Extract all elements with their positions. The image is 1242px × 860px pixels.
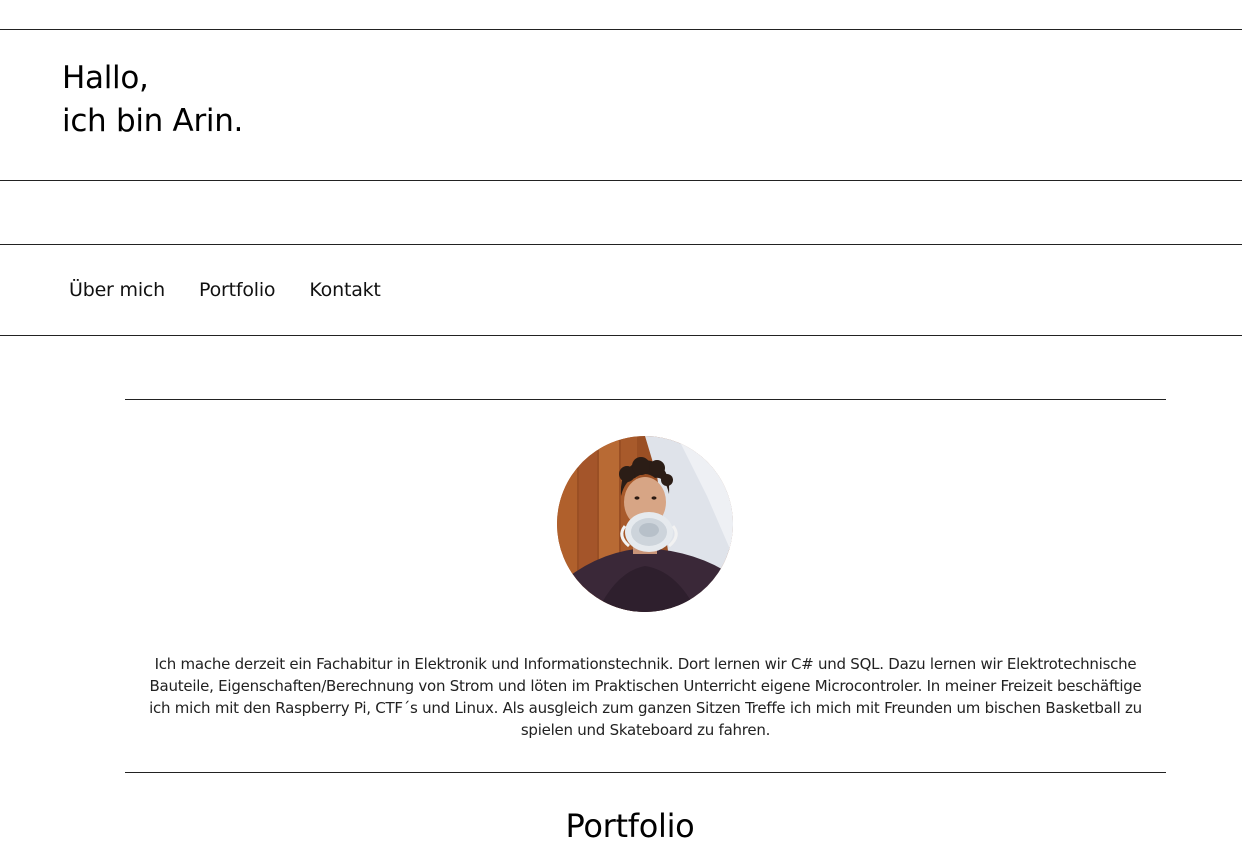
- greeting-line-2: ich bin Arin.: [62, 103, 244, 139]
- about-bottom-divider: [125, 772, 1166, 773]
- greeting-line-1: Hallo,: [62, 60, 149, 96]
- header-top-divider: [0, 29, 1242, 30]
- nav-link-kontakt[interactable]: Kontakt: [309, 276, 381, 304]
- about-top-divider: [125, 399, 1166, 400]
- nav-link-ueber-mich[interactable]: Über mich: [69, 276, 165, 304]
- nav-top-divider: [0, 244, 1242, 245]
- profile-photo-image: [557, 436, 733, 612]
- nav-link-portfolio[interactable]: Portfolio: [199, 276, 276, 304]
- about-text: Ich mache derzeit ein Fachabitur in Elek…: [149, 655, 1142, 739]
- portfolio-heading: Portfolio: [565, 807, 695, 845]
- header-bottom-divider: [0, 180, 1242, 181]
- page-title: Hallo, ich bin Arin.: [62, 57, 243, 143]
- main-nav: Über mich Portfolio Kontakt: [69, 276, 415, 304]
- page: Hallo, ich bin Arin. Über mich Portfolio…: [0, 0, 1242, 860]
- nav-bottom-divider: [0, 335, 1242, 336]
- avatar: [557, 436, 733, 612]
